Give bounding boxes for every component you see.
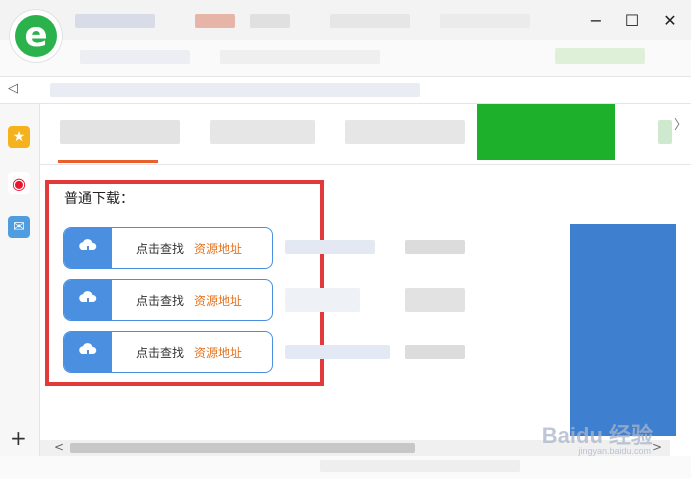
scrollbar-thumb[interactable] — [70, 443, 415, 453]
blurred-text-4 — [405, 288, 465, 312]
title-bar: − ☐ ✕ — [0, 0, 691, 40]
logo-letter: e — [15, 15, 57, 57]
blurred-page-tab-3[interactable] — [345, 120, 465, 144]
blurred-tab-1[interactable] — [75, 14, 155, 28]
blurred-tab-3[interactable] — [250, 14, 290, 28]
tab-divider — [40, 164, 691, 165]
page-tab-strip: 〉 — [40, 104, 691, 164]
blurred-tab-5[interactable] — [440, 14, 530, 28]
back-arrow-icon[interactable]: ◁ — [8, 81, 18, 96]
blurred-text-5 — [285, 345, 390, 359]
active-tab-indicator — [58, 160, 158, 163]
browser-window: − ☐ ✕ e ◁ ★ ◉ ✉ + 〉 普通下载： 点击查找 资源地址 点击查找… — [0, 0, 691, 479]
chevron-right-icon[interactable]: 〉 — [674, 114, 687, 133]
blurred-url[interactable] — [50, 83, 420, 97]
close-button[interactable]: ✕ — [656, 8, 684, 32]
blurred-page-tab-2[interactable] — [210, 120, 315, 144]
left-sidebar: ★ ◉ ✉ + — [0, 104, 40, 456]
blurred-bookmark-2[interactable] — [220, 50, 380, 64]
blurred-tab-4[interactable] — [330, 14, 410, 28]
blurred-bookmark-3[interactable] — [555, 48, 645, 64]
minimize-button[interactable]: − — [582, 8, 610, 32]
blurred-page-tab-4[interactable] — [658, 120, 672, 144]
status-bar — [0, 456, 691, 479]
browser-logo[interactable]: e — [10, 10, 62, 62]
green-download-button[interactable] — [477, 104, 615, 160]
favorites-star-icon[interactable]: ★ — [8, 126, 30, 148]
favorites-strip — [0, 40, 691, 76]
baidu-watermark-url: jingyan.baidu.com — [578, 446, 651, 456]
blurred-text-3 — [285, 288, 360, 312]
add-icon[interactable]: + — [10, 426, 27, 450]
blurred-text-6 — [405, 345, 465, 359]
scroll-right-icon[interactable]: > — [652, 440, 662, 454]
blurred-page-tab-1[interactable] — [60, 120, 180, 144]
address-bar[interactable]: ◁ — [0, 76, 691, 104]
blurred-tab-2[interactable] — [195, 14, 235, 28]
side-banner-image[interactable] — [570, 224, 676, 436]
blurred-bookmark-1[interactable] — [80, 50, 190, 64]
weibo-icon[interactable]: ◉ — [8, 172, 30, 194]
blurred-status — [320, 460, 520, 472]
blurred-text-1 — [285, 240, 375, 254]
highlight-box — [45, 180, 324, 386]
maximize-button[interactable]: ☐ — [618, 8, 646, 32]
mail-icon[interactable]: ✉ — [8, 216, 30, 238]
blurred-text-2 — [405, 240, 465, 254]
scroll-left-icon[interactable]: < — [54, 440, 64, 454]
